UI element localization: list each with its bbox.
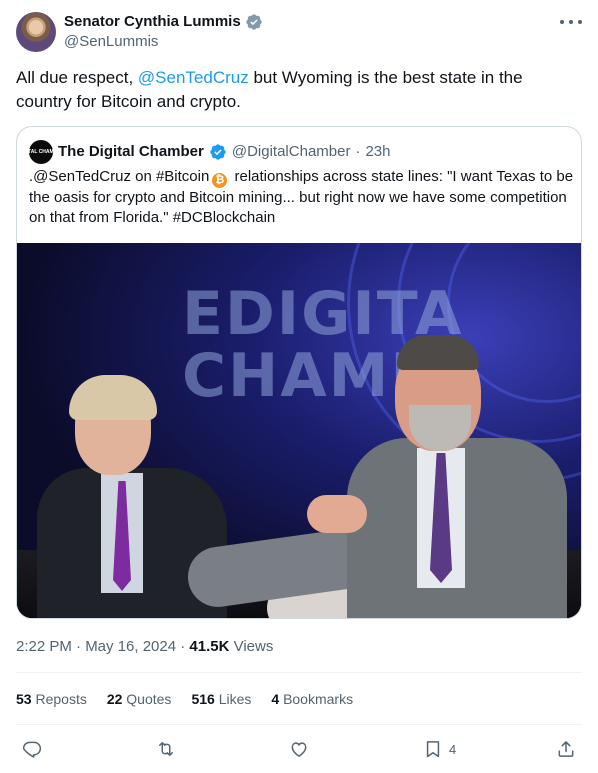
repost-icon xyxy=(159,742,173,756)
verified-badge-icon xyxy=(210,144,226,160)
views-count: 41.5K xyxy=(189,638,230,655)
quoted-tweet-text: .@SenTedCruz on #Bitcoin ₿ relationships … xyxy=(29,167,574,228)
bookmark-icon xyxy=(426,741,440,758)
divider xyxy=(16,672,582,673)
author-name[interactable]: Senator Cynthia Lummis xyxy=(64,13,241,31)
quoted-tweet-time[interactable]: 23h xyxy=(365,142,390,162)
quotes-stat[interactable]: 22 Quotes xyxy=(107,689,172,709)
views-label: Views xyxy=(229,638,274,655)
separator-dot: · xyxy=(355,143,361,160)
bitcoin-icon: ₿ xyxy=(212,173,228,188)
verified-badge-icon xyxy=(246,14,262,30)
like-icon xyxy=(291,742,307,757)
bookmark-button[interactable]: 4 xyxy=(423,736,456,762)
quoted-author-handle[interactable]: @DigitalChamber xyxy=(232,142,351,162)
quoted-author-avatar[interactable]: DIGITAL CHAMBER xyxy=(18,140,64,164)
tweet-meta: 2:22 PM · May 16, 2024 · 41.5K Views xyxy=(16,637,273,657)
reposts-stat[interactable]: 53 Reposts xyxy=(16,689,87,709)
likes-stat[interactable]: 516 Likes xyxy=(191,689,251,709)
repost-button[interactable] xyxy=(156,736,176,762)
quoted-author-name[interactable]: The Digital Chamber xyxy=(58,142,204,162)
bookmarks-stat[interactable]: 4 Bookmarks xyxy=(271,689,353,709)
bookmark-count: 4 xyxy=(449,741,457,757)
divider xyxy=(16,724,582,725)
quoted-tweet-photo[interactable]: EDIGITA CHAMBE xyxy=(17,243,581,618)
engagement-stats: 53 Reposts 22 Quotes 516 Likes 4 Bookmar… xyxy=(16,689,353,709)
quoted-text-part1: .@SenTedCruz on #Bitcoin xyxy=(29,168,210,185)
tweet-text-before: All due respect, xyxy=(16,68,138,87)
reply-button[interactable] xyxy=(22,736,42,762)
author-handle[interactable]: @SenLummis xyxy=(64,33,158,51)
share-button[interactable] xyxy=(556,736,576,762)
reply-icon xyxy=(22,741,42,758)
quoted-tweet-header: DIGITAL CHAMBER The Digital Chamber @Dig… xyxy=(18,140,391,164)
more-icon[interactable] xyxy=(560,14,582,30)
tweet-text: All due respect, @SenTedCruz but Wyoming… xyxy=(16,66,556,114)
author-avatar[interactable] xyxy=(16,12,56,52)
like-button[interactable] xyxy=(289,736,309,762)
quoted-tweet[interactable]: DIGITAL CHAMBER The Digital Chamber @Dig… xyxy=(16,126,582,619)
timestamp[interactable]: 2:22 PM · May 16, 2024 · xyxy=(16,638,189,655)
author-name-row[interactable]: Senator Cynthia Lummis xyxy=(64,13,263,31)
mention-link[interactable]: @SenTedCruz xyxy=(138,68,249,87)
share-icon xyxy=(558,741,574,757)
action-bar: 4 xyxy=(16,736,582,762)
